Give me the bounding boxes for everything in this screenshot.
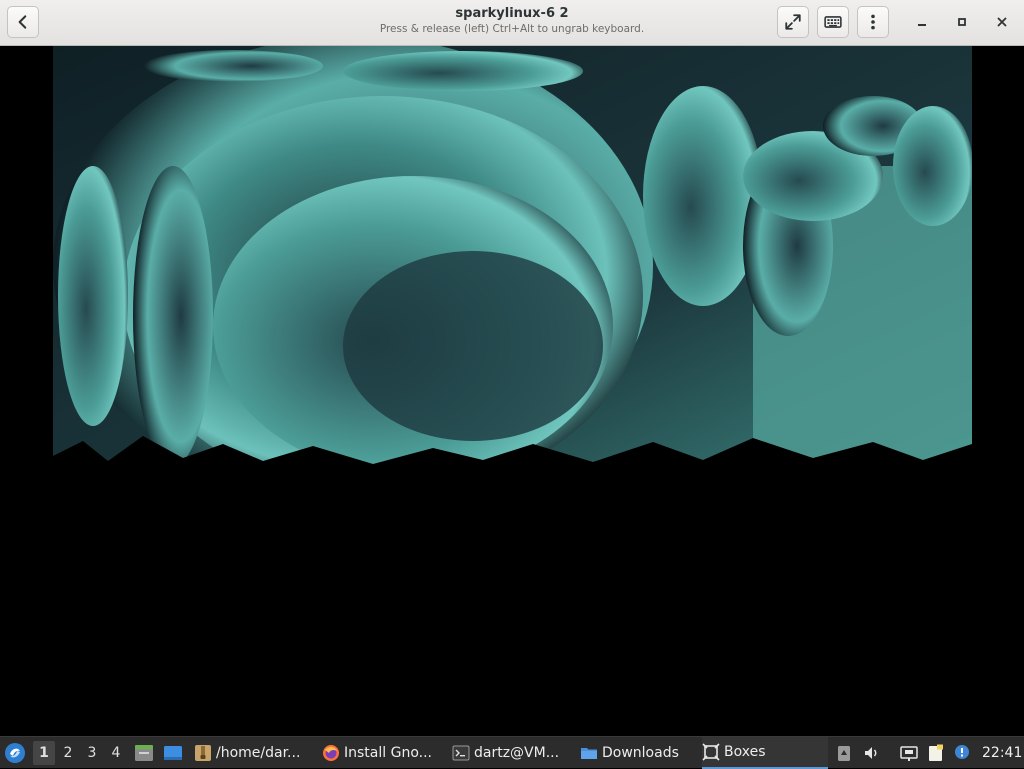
task-downloads[interactable]: Downloads <box>580 737 692 769</box>
start-menu-button[interactable] <box>4 737 26 769</box>
firefox-icon <box>323 745 339 761</box>
back-button[interactable] <box>7 6 39 38</box>
fractal-wallpaper <box>53 46 972 476</box>
desktop-icon <box>164 746 182 760</box>
keyboard-icon <box>824 16 842 28</box>
archive-icon <box>195 745 211 761</box>
terminal-icon <box>452 745 470 761</box>
minimize-icon <box>918 24 926 26</box>
task-firefox[interactable]: Install Gno... <box>322 737 442 769</box>
notes-icon[interactable] <box>927 744 945 762</box>
menu-button[interactable] <box>857 6 889 38</box>
vm-display[interactable] <box>0 46 1024 736</box>
maximize-icon <box>958 18 966 26</box>
volume-icon[interactable] <box>863 744 881 762</box>
window-title: sparkylinux-6 2 <box>455 6 569 21</box>
send-keys-button[interactable] <box>817 6 849 38</box>
network-icon[interactable] <box>900 744 918 762</box>
boxes-icon <box>702 743 720 761</box>
minimize-button[interactable] <box>908 8 936 36</box>
task-label: /home/dar... <box>216 745 301 761</box>
workspace-1[interactable]: 1 <box>33 741 55 765</box>
title-area: sparkylinux-6 2 Press & release (left) C… <box>300 5 724 36</box>
task-label: dartz@VM... <box>474 745 560 761</box>
show-desktop-launcher[interactable] <box>163 737 183 769</box>
vertical-dots-menu-icon <box>871 14 875 30</box>
updates-icon[interactable] <box>953 744 971 762</box>
close-icon <box>997 17 1007 27</box>
fullscreen-button[interactable] <box>777 6 809 38</box>
task-home-folder[interactable]: /home/dar... <box>194 737 312 769</box>
sparky-start-icon <box>5 743 25 763</box>
back-arrow-icon <box>18 15 27 29</box>
window-subtitle: Press & release (left) Ctrl+Alt to ungra… <box>379 23 645 35</box>
file-manager-icon <box>135 745 153 761</box>
task-label: Install Gno... <box>344 745 432 761</box>
maximize-button[interactable] <box>948 8 976 36</box>
task-boxes[interactable]: Boxes <box>702 737 828 769</box>
folder-icon <box>581 748 597 759</box>
task-label: Downloads <box>602 745 679 761</box>
clock[interactable]: 22:41 <box>982 737 1022 769</box>
file-manager-launcher[interactable] <box>134 737 154 769</box>
task-label: Boxes <box>724 744 766 760</box>
clipboard-icon[interactable] <box>835 744 853 762</box>
taskbar: 1 2 3 4 /home/dar... Install Gno... dart… <box>0 736 1024 769</box>
workspace-3[interactable]: 3 <box>81 741 103 765</box>
fullscreen-icon <box>785 14 801 30</box>
close-button[interactable] <box>988 8 1016 36</box>
task-terminal[interactable]: dartz@VM... <box>452 737 570 769</box>
headerbar: sparkylinux-6 2 Press & release (left) C… <box>0 0 1024 46</box>
workspace-2[interactable]: 2 <box>57 741 79 765</box>
workspace-4[interactable]: 4 <box>105 741 127 765</box>
